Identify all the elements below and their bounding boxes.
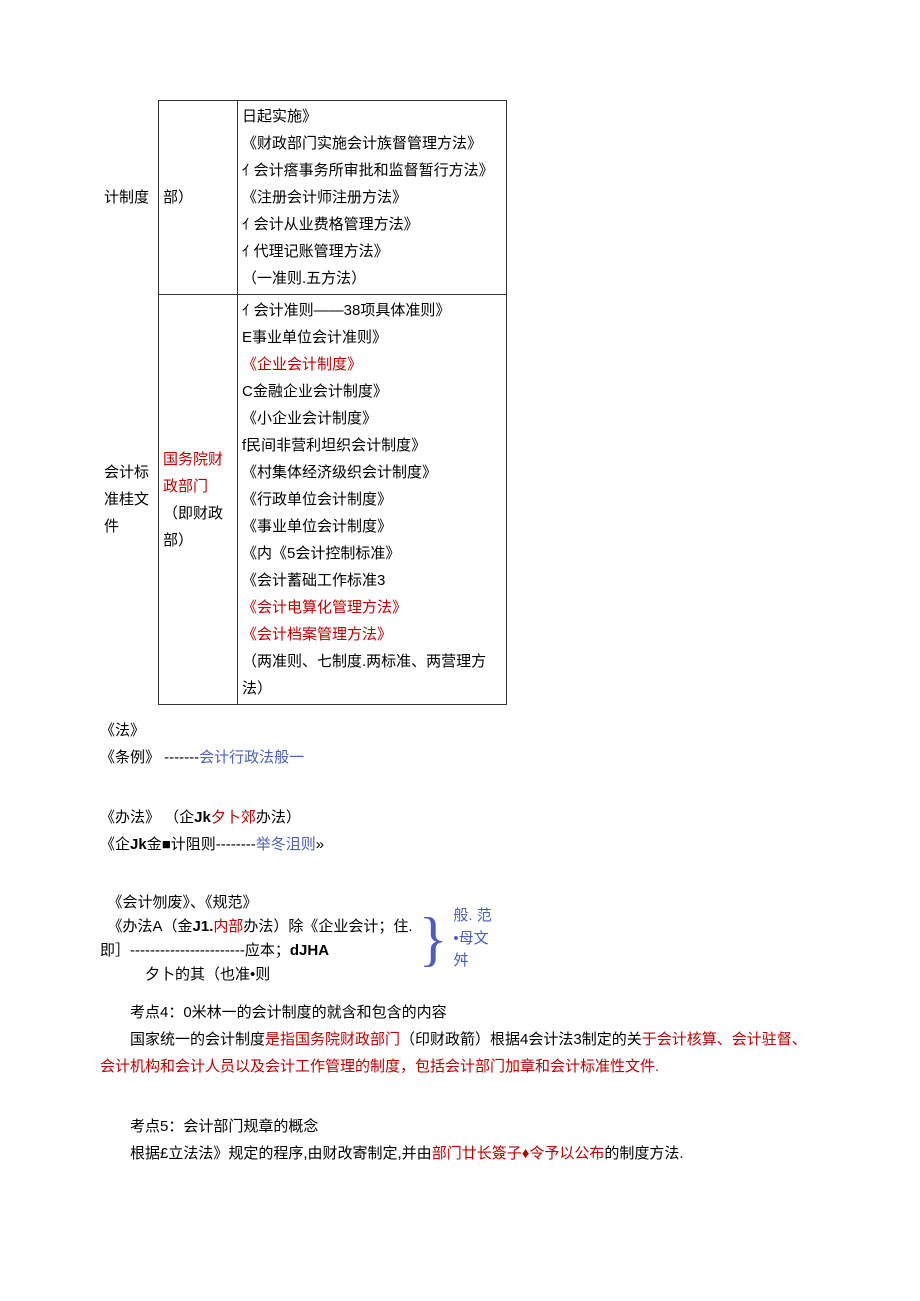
- txt-col1-r1: 计制度: [104, 189, 149, 206]
- para-2: 《办法》 （企Jk夕卜郊办法） 《企Jk金■计阻则--------举冬沮则»: [100, 804, 820, 858]
- ann-l4: 夕卜的其（也准•则: [100, 963, 413, 987]
- point5-title: 考点5：会计部门规章的概念: [100, 1113, 820, 1140]
- cell-col2-r1: 部）: [159, 101, 238, 295]
- cell-col3-r2: ｲ 会计准则——38项具体准则》E事业单位会计准则》《企业会计制度》C金融企业会…: [238, 295, 507, 705]
- point4-title: 考点4：0米林一的会计制度的就含和包含的内容: [100, 999, 820, 1026]
- ann-l2c: 内部: [213, 918, 243, 935]
- list-line: 《财政部门实施会计族督管理方法》: [242, 130, 502, 157]
- p1-l2b: 会计行政法般一: [199, 749, 304, 766]
- p4-b: 是指国务院财政部门: [265, 1031, 400, 1048]
- list-line: 日起实施》: [242, 103, 502, 130]
- p4-c: （印财政箭）根据4会计法3制定的关: [400, 1031, 642, 1048]
- ann-l3: 即］-----------------------应本；dJHA: [100, 939, 413, 963]
- point4-body: 国家统一的会计制度是指国务院财政部门（印财政箭）根据4会计法3制定的关于会计核算…: [100, 1026, 820, 1080]
- p2-l2a: 《企: [100, 836, 130, 853]
- txt-col2-r2a: 国务院财政部门: [163, 451, 223, 495]
- list-line: 《事业单位会计制度》: [242, 513, 502, 540]
- list-line: ｲ 会计准则——38项具体准则》: [242, 297, 502, 324]
- p5-a: 根据£立法法》规定的程序,由财改寄制定,并由: [130, 1145, 432, 1162]
- list-line: 《会计电算化管理方法》: [242, 594, 502, 621]
- ann-l1: 《会计刎废》、《规范》: [108, 891, 413, 915]
- p2-line1: 《办法》 （企Jk夕卜郊办法）: [100, 804, 820, 831]
- cell-col1-bottom: 会计标准桂文件: [100, 295, 159, 705]
- ann-l3a: 即］-----------------------应本；: [100, 942, 290, 959]
- p2-l2c: 金■计阻则--------: [147, 836, 256, 853]
- ann-l2a: 《办法A（金: [108, 918, 193, 935]
- cell-col1-top: 计制度: [100, 101, 159, 295]
- regulation-table: 计制度 部） 日起实施》《财政部门实施会计族督管理方法》ｲ 会计瘩事务所审批和监…: [100, 100, 507, 705]
- list-line: ｲ 会计从业费格管理方法》: [242, 211, 502, 238]
- p2-l2b: Jk: [130, 836, 147, 853]
- list-line: 《会计档案管理方法》: [242, 621, 502, 648]
- ann-l2: 《办法A（金J1.内部办法）除《企业会计；住.: [108, 915, 413, 939]
- list-line: （两准则、七制度.两标准、两营理方法）: [242, 648, 502, 702]
- p2-l2e: »: [316, 836, 324, 853]
- para-1: 《法》 《条例》 -------会计行政法般一: [100, 717, 820, 771]
- list-line: ｲ 代理记账管理方法》: [242, 238, 502, 265]
- p2-l1a: 《办法》 （企: [100, 809, 194, 826]
- p2-l1c: 夕卜郊: [211, 809, 256, 826]
- txt-col2-r1: 部）: [163, 189, 193, 206]
- annotation-block: 《会计刎废》、《规范》 《办法A（金J1.内部办法）除《企业会计；住. 即］--…: [100, 891, 820, 987]
- annotation-left: 《会计刎废》、《规范》 《办法A（金J1.内部办法）除《企业会计；住. 即］--…: [100, 891, 413, 987]
- ann-l3b: dJHA: [290, 942, 329, 959]
- p2-line2: 《企Jk金■计阻则--------举冬沮则»: [100, 831, 820, 858]
- list-line: 《会计蓄础工作标准3: [242, 567, 502, 594]
- brace-icon: }: [419, 909, 448, 969]
- ann-l2d: 办法）除《企业会计；住.: [243, 918, 412, 935]
- ann-r2: •母文: [453, 928, 491, 951]
- list-line: 《企业会计制度》: [242, 351, 502, 378]
- ann-r3: 舛: [453, 950, 491, 973]
- point5-body: 根据£立法法》规定的程序,由财改寄制定,并由部门廿长簽子♦令予以公布的制度方法.: [100, 1140, 820, 1167]
- list-line: （一准则.五方法）: [242, 265, 502, 292]
- list-line: f民间非营利坦织会计制度》: [242, 432, 502, 459]
- txt-col2-r2b: （即财政部）: [163, 505, 223, 549]
- cell-col2-r2: 国务院财政部门 （即财政部）: [159, 295, 238, 705]
- p1-l2a: 《条例》 -------: [100, 749, 199, 766]
- p5-c: 的制度方法.: [604, 1145, 683, 1162]
- p5-b: 部门廿长簽子♦令予以公布: [432, 1145, 605, 1162]
- p1-line2: 《条例》 -------会计行政法般一: [100, 744, 820, 771]
- point-4: 考点4：0米林一的会计制度的就含和包含的内容 国家统一的会计制度是指国务院财政部…: [100, 999, 820, 1080]
- ann-l2b: J1.: [193, 918, 214, 935]
- list-line: ｲ 会计瘩事务所审批和监督暂行方法》: [242, 157, 502, 184]
- point-5: 考点5：会计部门规章的概念 根据£立法法》规定的程序,由财改寄制定,并由部门廿长…: [100, 1113, 820, 1167]
- list-line: 《村集体经济级织会计制度》: [242, 459, 502, 486]
- list-line: 《内《5会计控制标准》: [242, 540, 502, 567]
- p4-a: 国家统一的会计制度: [130, 1031, 265, 1048]
- list-line: 《注册会计师注册方法》: [242, 184, 502, 211]
- list-line: 《行政单位会计制度》: [242, 486, 502, 513]
- txt-col1-r2: 会计标准桂文件: [104, 464, 149, 535]
- p2-l2d: 举冬沮则: [256, 836, 316, 853]
- list-line: E事业单位会计准则》: [242, 324, 502, 351]
- p2-l1d: 办法）: [256, 809, 301, 826]
- list-line: C金融企业会计制度》: [242, 378, 502, 405]
- cell-col3-r1: 日起实施》《财政部门实施会计族督管理方法》ｲ 会计瘩事务所审批和监督暂行方法》《…: [238, 101, 507, 295]
- p2-l1b: Jk: [194, 809, 211, 826]
- annotation-right: 般. 范 •母文 舛: [453, 905, 491, 973]
- list-line: 《小企业会计制度》: [242, 405, 502, 432]
- ann-r1: 般. 范: [453, 905, 491, 928]
- p1-line1: 《法》: [100, 717, 820, 744]
